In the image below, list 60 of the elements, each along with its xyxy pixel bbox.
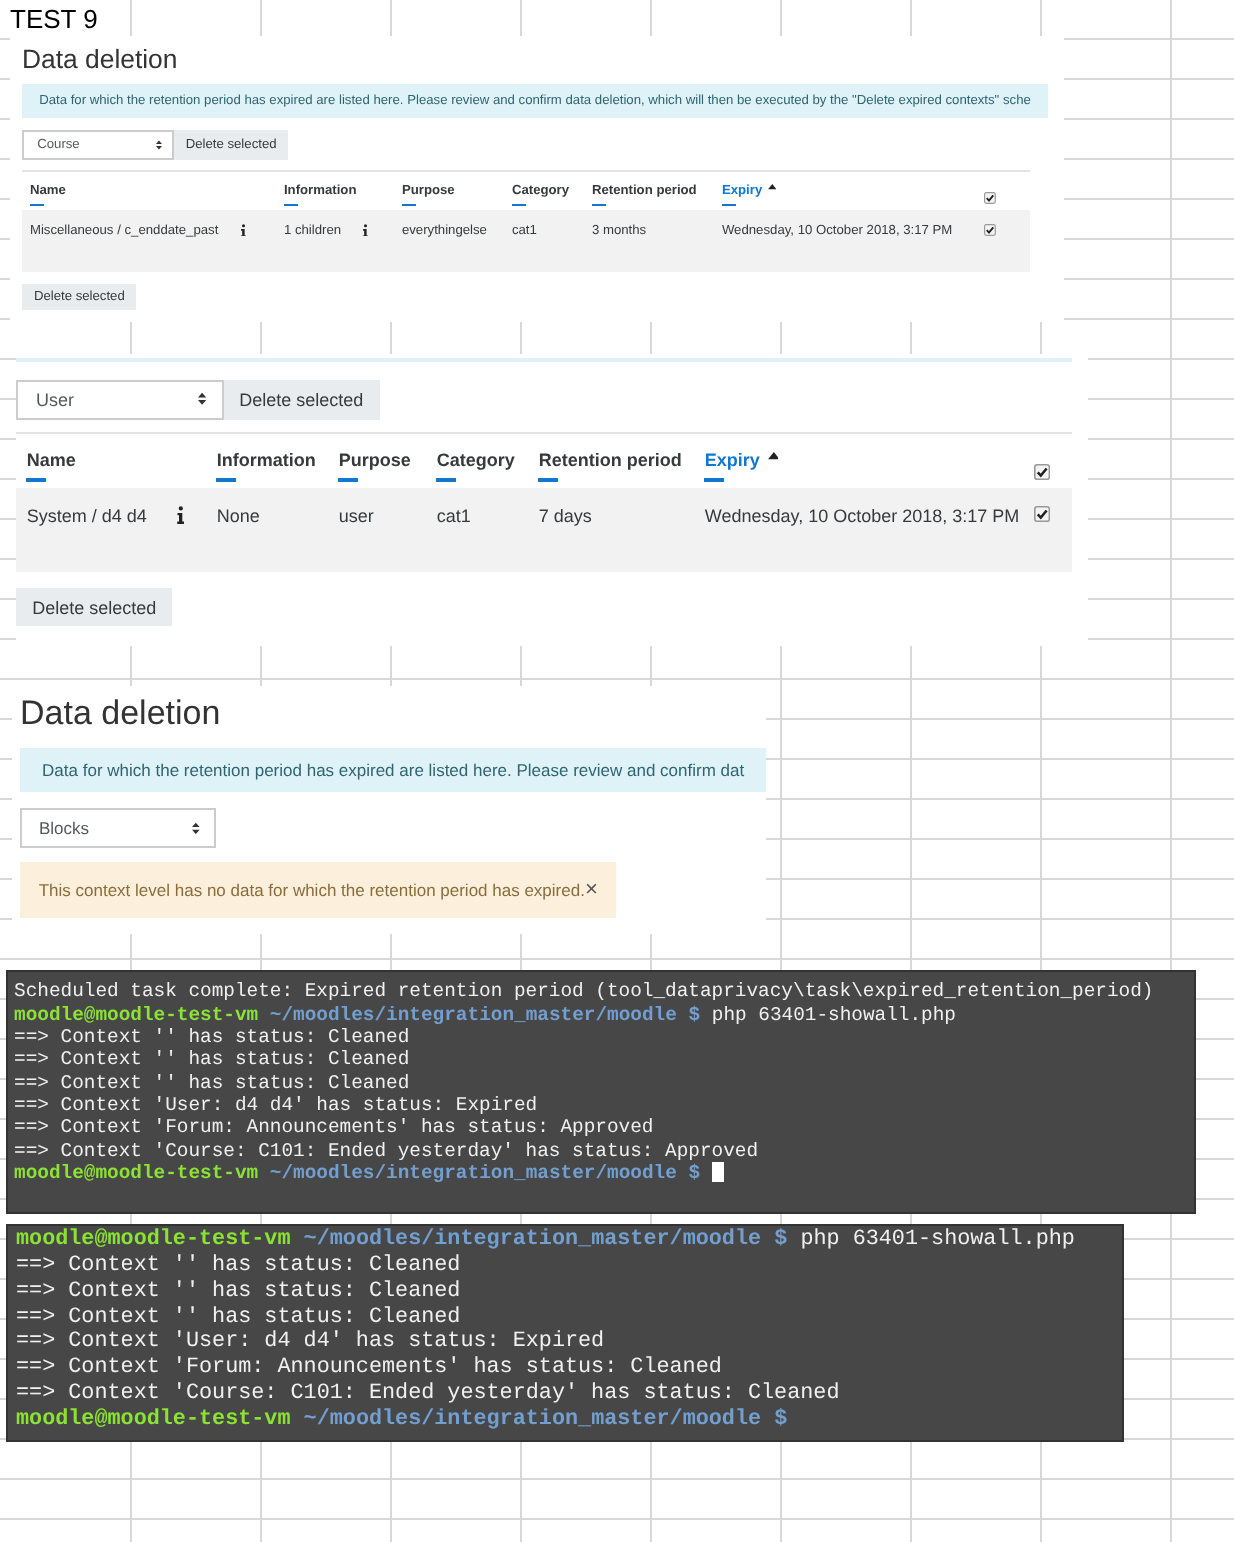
page-heading: Data deletion [22,44,178,76]
terminal-output-line: ==> Context 'Forum: Announcements' has status: Approved [14,1116,656,1140]
column-heading: Purpose [338,449,411,470]
checkbox[interactable] [984,192,997,205]
column-heading: Retention period [538,449,682,470]
terminal-output-line: ==> Context 'User: d4 d4' has status: Expired [16,1330,607,1356]
terminal-output-line: ==> Context '' has status: Cleaned [14,1025,412,1049]
prompt-symbol: $ [774,1407,788,1433]
prompt-path: ~/moodles/integration_master/moodle [303,1407,762,1433]
prompt-symbol: $ [688,1161,701,1185]
warning-message: This context level has no data for which the retention period has expired. [38,880,585,901]
column-heading: Information [216,449,316,470]
terminal-output-line: ==> Context '' has status: Cleaned [14,1048,412,1072]
info-notice: Data for which the retention period has expired are listed here. Please review and confirm dat [20,747,767,793]
table-cell: user [338,505,374,526]
prompt-user-host: moodle@moodle-test-vm [16,1228,291,1254]
table-cell: cat1 [436,505,471,526]
column-heading: Category [436,449,515,470]
terminal-output-line: ==> Context 'Forum: Announcements' has status: Cleaned [16,1356,724,1382]
prompt-user-host: moodle@moodle-test-vm [16,1407,291,1433]
info-icon[interactable] [362,223,369,237]
context-level-dropdown[interactable]: Blocks [20,807,216,848]
terminal-output-line: ==> Context '' has status: Cleaned [14,1071,412,1094]
column-heading: Name [26,449,76,470]
terminal-output-line: ==> Context '' has status: Cleaned [16,1305,463,1330]
prompt-symbol: $ [774,1228,788,1255]
sort-ascending-icon[interactable] [767,184,777,191]
prompt-user-host: moodle@moodle-test-vm [14,1003,259,1026]
prompt-path: ~/moodles/integration_master/moodle [303,1228,762,1254]
delete-selected-button[interactable]: Delete selected [223,379,380,420]
close-button[interactable]: × [584,879,598,902]
checkbox[interactable] [1033,463,1050,480]
column-sort-link[interactable]: Expiry [704,449,760,470]
dropdown-arrows-icon [155,140,162,151]
terminal-output-line: ==> Context '' has status: Cleaned [16,1279,463,1306]
terminal-command: php 63401-showall.php [711,1003,956,1026]
terminal-output-line: Scheduled task complete: Expired retention period (tool_dataprivacy\task\expired_retention_period) [14,980,1154,1004]
dropdown-arrows-icon [198,392,207,406]
context-level-dropdown[interactable]: User [16,379,223,420]
info-icon[interactable] [239,223,247,237]
checkbox[interactable] [1033,505,1050,522]
sort-ascending-icon[interactable] [767,452,779,460]
checkbox[interactable] [984,223,997,236]
page-heading: Data deletion [20,694,221,736]
terminal-output-line: ==> Context 'User: d4 d4' has status: Expired [14,1093,540,1117]
prompt-path: ~/moodles/integration_master/moodle [269,1161,677,1185]
table-cell: System / d4 d4 [26,505,147,526]
terminal-output-line: ==> Context 'Course: C101: Ended yesterday' has status: Cleaned [16,1381,842,1408]
table-cell: 7 days [538,505,592,526]
table-cell: None [216,505,260,526]
terminal-output-line: ==> Context '' has status: Cleaned [16,1254,463,1280]
dropdown-arrows-icon [192,821,200,834]
table-cell: Wednesday, 10 October 2018, 3:17 PM [704,505,1020,526]
prompt-user-host: moodle@moodle-test-vm [14,1161,259,1185]
prompt-symbol: $ [688,1003,701,1026]
terminal-output-line: ==> Context 'Course: C101: Ended yesterday' has status: Approved [14,1139,761,1162]
delete-selected-button[interactable]: Delete selected [16,588,173,627]
prompt-path: ~/moodles/integration_master/moodle [269,1003,677,1026]
info-icon[interactable] [175,505,185,524]
terminal-command: php 63401-showall.php [800,1228,1075,1255]
